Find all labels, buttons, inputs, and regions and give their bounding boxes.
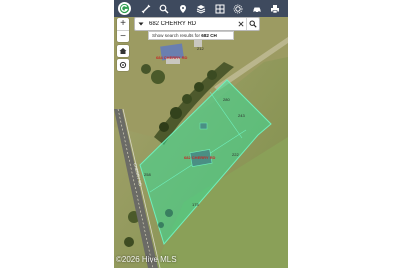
caret-down-icon xyxy=(138,22,144,26)
layers-icon[interactable] xyxy=(195,2,208,15)
dimension-label: 175 xyxy=(192,202,199,207)
suggestion-prefix: Show search results for xyxy=(152,33,202,38)
top-toolbar xyxy=(114,0,288,17)
suggestion-query: 682 CH xyxy=(201,33,217,38)
home-button[interactable] xyxy=(117,45,129,57)
search-input[interactable]: 682 CHERRY RD xyxy=(147,21,236,27)
home-icon xyxy=(119,48,127,54)
close-icon xyxy=(238,21,244,27)
address-search-box: 682 CHERRY RD xyxy=(134,17,260,31)
map-app: 682 CHERRY RD 684 CHERRY RD 280 243 222 … xyxy=(114,0,288,268)
copyright-watermark: ©2026 Hive MLS xyxy=(116,255,177,264)
dimension-label: 243 xyxy=(238,113,245,118)
dimension-label: 222 xyxy=(232,152,239,157)
dimension-label: 212 xyxy=(197,46,204,51)
car-icon[interactable] xyxy=(250,2,263,15)
search-icon xyxy=(249,20,257,28)
camera-icon[interactable] xyxy=(232,2,245,15)
zoom-out-button[interactable]: − xyxy=(117,30,129,43)
dimension-label: 258 xyxy=(144,172,151,177)
zoom-control: + − xyxy=(117,18,129,42)
pin-icon[interactable] xyxy=(176,2,189,15)
locate-icon xyxy=(119,61,127,69)
search-button[interactable] xyxy=(246,18,259,30)
parcel-address-label: 682 CHERRY RD xyxy=(184,155,216,160)
neighbor-address-label: 684 CHERRY RD xyxy=(156,55,188,60)
grid-icon[interactable] xyxy=(213,2,226,15)
measure-icon[interactable] xyxy=(139,2,152,15)
search-mode-dropdown[interactable] xyxy=(135,18,147,30)
mls-logo-icon[interactable] xyxy=(118,2,131,15)
locate-button[interactable] xyxy=(117,59,129,71)
search-suggestion[interactable]: Show search results for 682 CH xyxy=(148,31,234,40)
dimension-label: 280 xyxy=(223,97,230,102)
print-icon[interactable] xyxy=(269,2,282,15)
aerial-map[interactable] xyxy=(114,17,288,268)
clear-search-button[interactable] xyxy=(236,18,246,30)
map-canvas[interactable] xyxy=(114,17,288,268)
zoom-search-icon[interactable] xyxy=(158,2,171,15)
page: 682 CHERRY RD 684 CHERRY RD 280 243 222 … xyxy=(0,0,402,268)
zoom-in-button[interactable]: + xyxy=(117,18,129,30)
